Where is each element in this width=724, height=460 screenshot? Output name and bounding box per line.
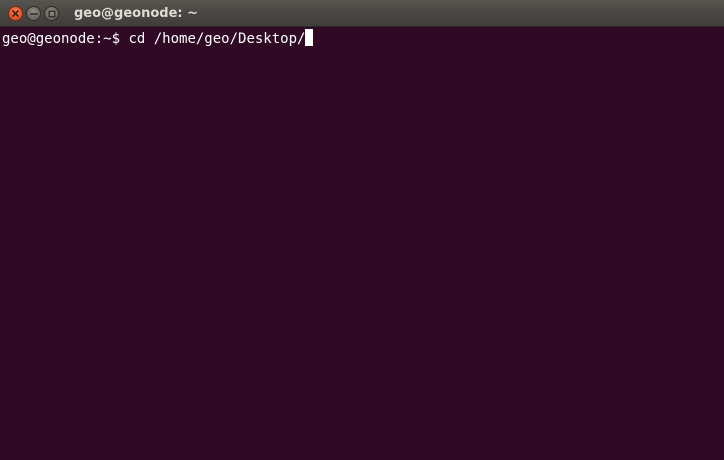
text-cursor: [305, 29, 314, 46]
terminal-output[interactable]: geo@geonode:~$ cd /home/geo/Desktop/: [0, 27, 724, 460]
close-button[interactable]: [8, 6, 23, 21]
close-icon: [12, 10, 19, 17]
minimize-icon: [29, 12, 38, 15]
window-title: geo@geonode: ~: [74, 6, 199, 21]
title-bar[interactable]: geo@geonode: ~: [0, 0, 724, 27]
maximize-button[interactable]: [44, 6, 59, 21]
maximize-icon: [48, 10, 55, 17]
minimize-button[interactable]: [26, 6, 41, 21]
window-controls: [8, 5, 62, 22]
terminal-line: geo@geonode:~$ cd /home/geo/Desktop/: [2, 29, 724, 47]
terminal-window: geo@geonode: ~ geo@geonode:~$ cd /home/g…: [0, 0, 724, 460]
shell-prompt: geo@geonode:~$: [2, 31, 129, 47]
command-text: cd /home/geo/Desktop/: [128, 31, 306, 47]
